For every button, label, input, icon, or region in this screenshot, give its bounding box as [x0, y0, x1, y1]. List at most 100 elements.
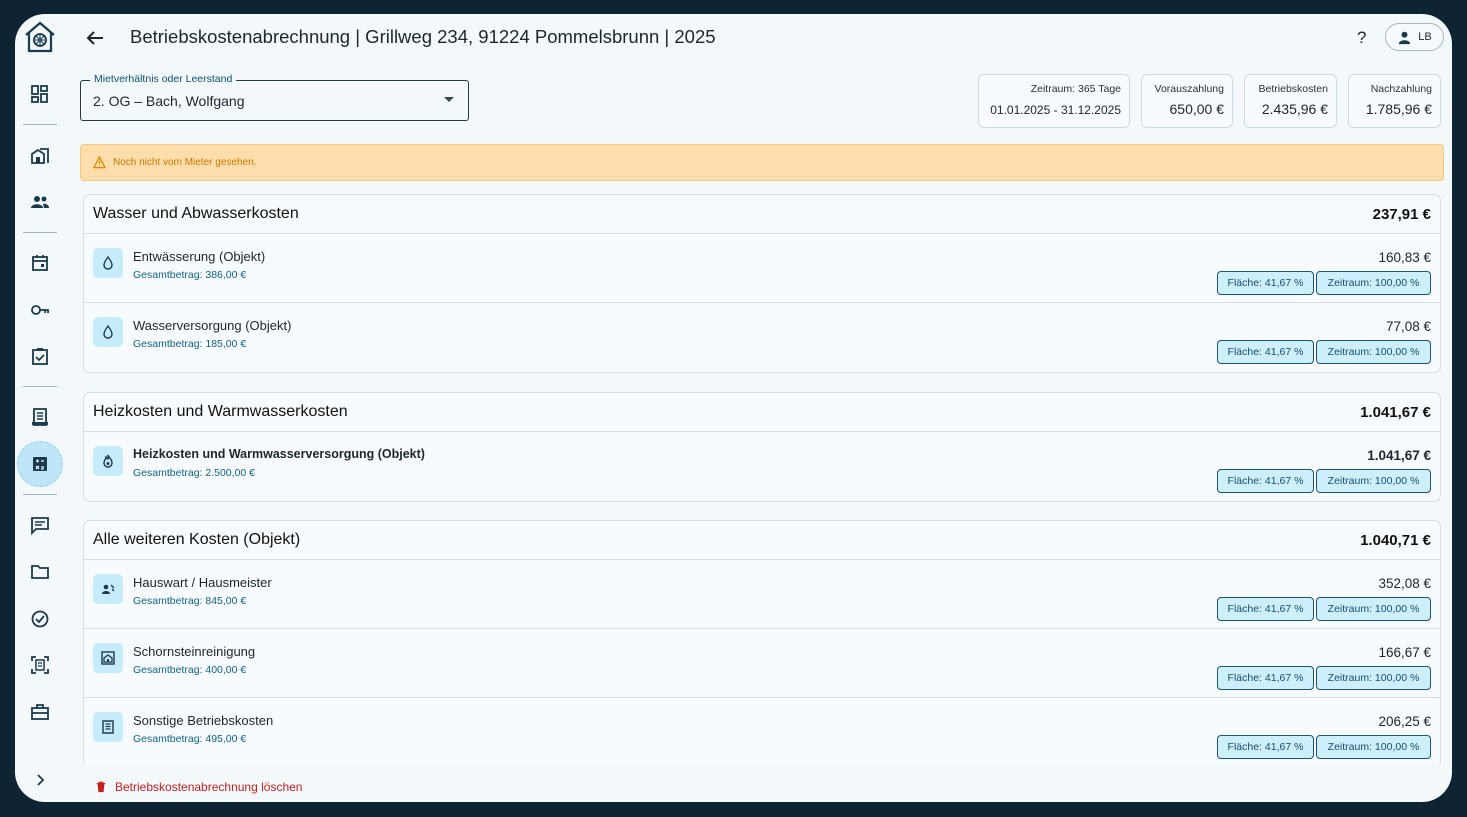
cost-item-amount: 166,67 €: [1378, 645, 1431, 660]
period-share-chip[interactable]: Zeitraum: 100,00 %: [1316, 597, 1431, 621]
period-stat: Zeitraum: 365 Tage 01.01.2025 - 31.12.20…: [978, 74, 1130, 128]
costs-stat: Betriebskosten 2.435,96 €: [1244, 74, 1337, 128]
caretaker-icon: [93, 574, 123, 604]
cost-item-name: Heizkosten und Warmwasserversorgung (Obj…: [133, 447, 425, 461]
cost-group-header: Heizkosten und Warmwasserkosten 1.041,67…: [84, 393, 1440, 432]
document-scan-icon[interactable]: [27, 652, 53, 678]
cost-group-total: 1.041,67 €: [1360, 403, 1431, 421]
balance-stat-value: 1.785,96 €: [1365, 101, 1432, 117]
cost-item[interactable]: Heizkosten und Warmwasserversorgung (Obj…: [84, 432, 1440, 501]
dashboard-icon[interactable]: [27, 81, 53, 107]
cost-item-total: Gesamtbetrag: 400,00 €: [133, 664, 247, 676]
tenancy-select[interactable]: Mietverhältnis oder Leerstand 2. OG – Ba…: [80, 73, 469, 121]
costs-stat-value: 2.435,96 €: [1261, 101, 1328, 117]
period-stat-label: Zeitraum: 365 Tage: [1030, 83, 1121, 95]
cost-item-amount: 160,83 €: [1378, 250, 1431, 265]
costs-stat-label: Betriebskosten: [1258, 83, 1328, 95]
buildings-icon[interactable]: [27, 142, 53, 168]
cost-group-title: Alle weiteren Kosten (Objekt): [93, 531, 301, 548]
receipt-icon: [93, 712, 123, 742]
prepayment-stat: Vorauszahlung 650,00 €: [1141, 74, 1233, 128]
prepayment-stat-label: Vorauszahlung: [1154, 83, 1224, 95]
house-logo-icon[interactable]: [23, 20, 57, 54]
area-share-chip[interactable]: Fläche: 41,67 %: [1217, 735, 1314, 759]
page-title: Betriebskostenabrechnung | Grillweg 234,…: [130, 26, 716, 47]
delete-statement-button[interactable]: Betriebskostenabrechnung löschen: [95, 780, 302, 794]
task-check-icon[interactable]: [27, 606, 53, 632]
cost-item-total: Gesamtbetrag: 2.500,00 €: [133, 467, 255, 479]
calendar-icon[interactable]: [27, 250, 53, 276]
cost-group-total: 1.040,71 €: [1360, 531, 1431, 549]
cost-item-name: Hauswart / Hausmeister: [133, 575, 272, 590]
cost-item-total: Gesamtbetrag: 495,00 €: [133, 733, 247, 745]
cost-item-amount: 77,08 €: [1385, 319, 1431, 334]
sidebar-divider: [23, 124, 57, 125]
area-share-chip[interactable]: Fläche: 41,67 %: [1217, 666, 1314, 690]
calculator-icon[interactable]: [27, 451, 53, 477]
cost-item[interactable]: Entwässerung (Objekt) Gesamtbetrag: 386,…: [84, 234, 1440, 303]
period-share-chip[interactable]: Zeitraum: 100,00 %: [1316, 735, 1431, 759]
area-share-chip[interactable]: Fläche: 41,67 %: [1217, 469, 1314, 493]
area-share-chip[interactable]: Fläche: 41,67 %: [1217, 340, 1314, 364]
sidebar-divider: [23, 386, 57, 387]
cost-group-total: 237,91 €: [1372, 205, 1431, 223]
help-button[interactable]: ?: [1357, 28, 1366, 48]
period-share-chip[interactable]: Zeitraum: 100,00 %: [1316, 271, 1431, 295]
cost-group-header: Alle weiteren Kosten (Objekt) 1.040,71 €: [84, 521, 1440, 560]
cost-groups: Wasser und Abwasserkosten 237,91 € Entwä…: [80, 192, 1451, 764]
person-icon: [1399, 31, 1411, 44]
cost-item-name: Sonstige Betriebskosten: [133, 713, 274, 728]
flame-icon: [93, 446, 123, 476]
trash-icon: [96, 781, 106, 793]
prepayment-stat-value: 650,00 €: [1169, 101, 1225, 117]
invoice-icon[interactable]: [27, 404, 53, 430]
expand-sidebar-icon[interactable]: [27, 767, 53, 793]
cost-item[interactable]: Hauswart / Hausmeister Gesamtbetrag: 845…: [84, 560, 1440, 629]
cost-item-name: Entwässerung (Objekt): [133, 249, 266, 264]
cost-item-amount: 206,25 €: [1378, 714, 1431, 729]
period-share-chip[interactable]: Zeitraum: 100,00 %: [1316, 666, 1431, 690]
water-drop-icon: [93, 248, 123, 278]
cost-group-title: Heizkosten und Warmwasserkosten: [93, 403, 348, 420]
cost-item-amount: 352,08 €: [1378, 576, 1431, 591]
back-arrow-icon[interactable]: [83, 26, 107, 50]
cost-item-name: Wasserversorgung (Objekt): [133, 318, 292, 333]
balance-stat: Nachzahlung 1.785,96 €: [1348, 74, 1441, 128]
area-share-chip[interactable]: Fläche: 41,67 %: [1217, 597, 1314, 621]
tenancy-select-value: 2. OG – Bach, Wolfgang: [93, 93, 245, 109]
cost-item-name: Schornsteinreinigung: [133, 644, 256, 659]
sidebar: [15, 14, 65, 802]
tenants-icon[interactable]: [27, 189, 53, 215]
checklist-icon[interactable]: [27, 343, 53, 369]
cost-item[interactable]: Sonstige Betriebskosten Gesamtbetrag: 49…: [84, 698, 1440, 764]
cost-item[interactable]: Schornsteinreinigung Gesamtbetrag: 400,0…: [84, 629, 1440, 698]
cost-group-header: Wasser und Abwasserkosten 237,91 €: [84, 195, 1440, 234]
cost-group: Heizkosten und Warmwasserkosten 1.041,67…: [83, 392, 1441, 502]
cost-group-title: Wasser und Abwasserkosten: [93, 205, 299, 222]
water-drop-icon: [93, 317, 123, 347]
user-menu-button[interactable]: LB: [1385, 23, 1444, 51]
warning-text: Noch nicht vom Mieter gesehen.: [113, 157, 257, 168]
cost-item[interactable]: Wasserversorgung (Objekt) Gesamtbetrag: …: [84, 303, 1440, 372]
sidebar-divider: [23, 494, 57, 495]
area-share-chip[interactable]: Fläche: 41,67 %: [1217, 271, 1314, 295]
cost-group: Alle weiteren Kosten (Objekt) 1.040,71 €…: [83, 520, 1441, 764]
cost-item-total: Gesamtbetrag: 386,00 €: [133, 269, 247, 281]
tenancy-select-label: Mietverhältnis oder Leerstand: [90, 73, 237, 85]
sidebar-divider: [23, 232, 57, 233]
dropdown-caret-icon: [444, 97, 454, 102]
warning-triangle-icon: [93, 156, 106, 169]
balance-stat-label: Nachzahlung: [1370, 83, 1432, 95]
cost-item-total: Gesamtbetrag: 185,00 €: [133, 338, 247, 350]
user-initials: LB: [1418, 31, 1432, 43]
toolbox-icon[interactable]: [27, 699, 53, 725]
app-window: Betriebskostenabrechnung | Grillweg 234,…: [15, 14, 1452, 802]
warning-banner: Noch nicht vom Mieter gesehen.: [80, 144, 1444, 181]
period-share-chip[interactable]: Zeitraum: 100,00 %: [1316, 340, 1431, 364]
chimney-icon: [93, 643, 123, 673]
folder-icon[interactable]: [27, 559, 53, 585]
period-share-chip[interactable]: Zeitraum: 100,00 %: [1316, 469, 1431, 493]
chat-icon[interactable]: [27, 512, 53, 538]
key-icon[interactable]: [27, 297, 53, 323]
delete-statement-label: Betriebskostenabrechnung löschen: [115, 780, 303, 794]
